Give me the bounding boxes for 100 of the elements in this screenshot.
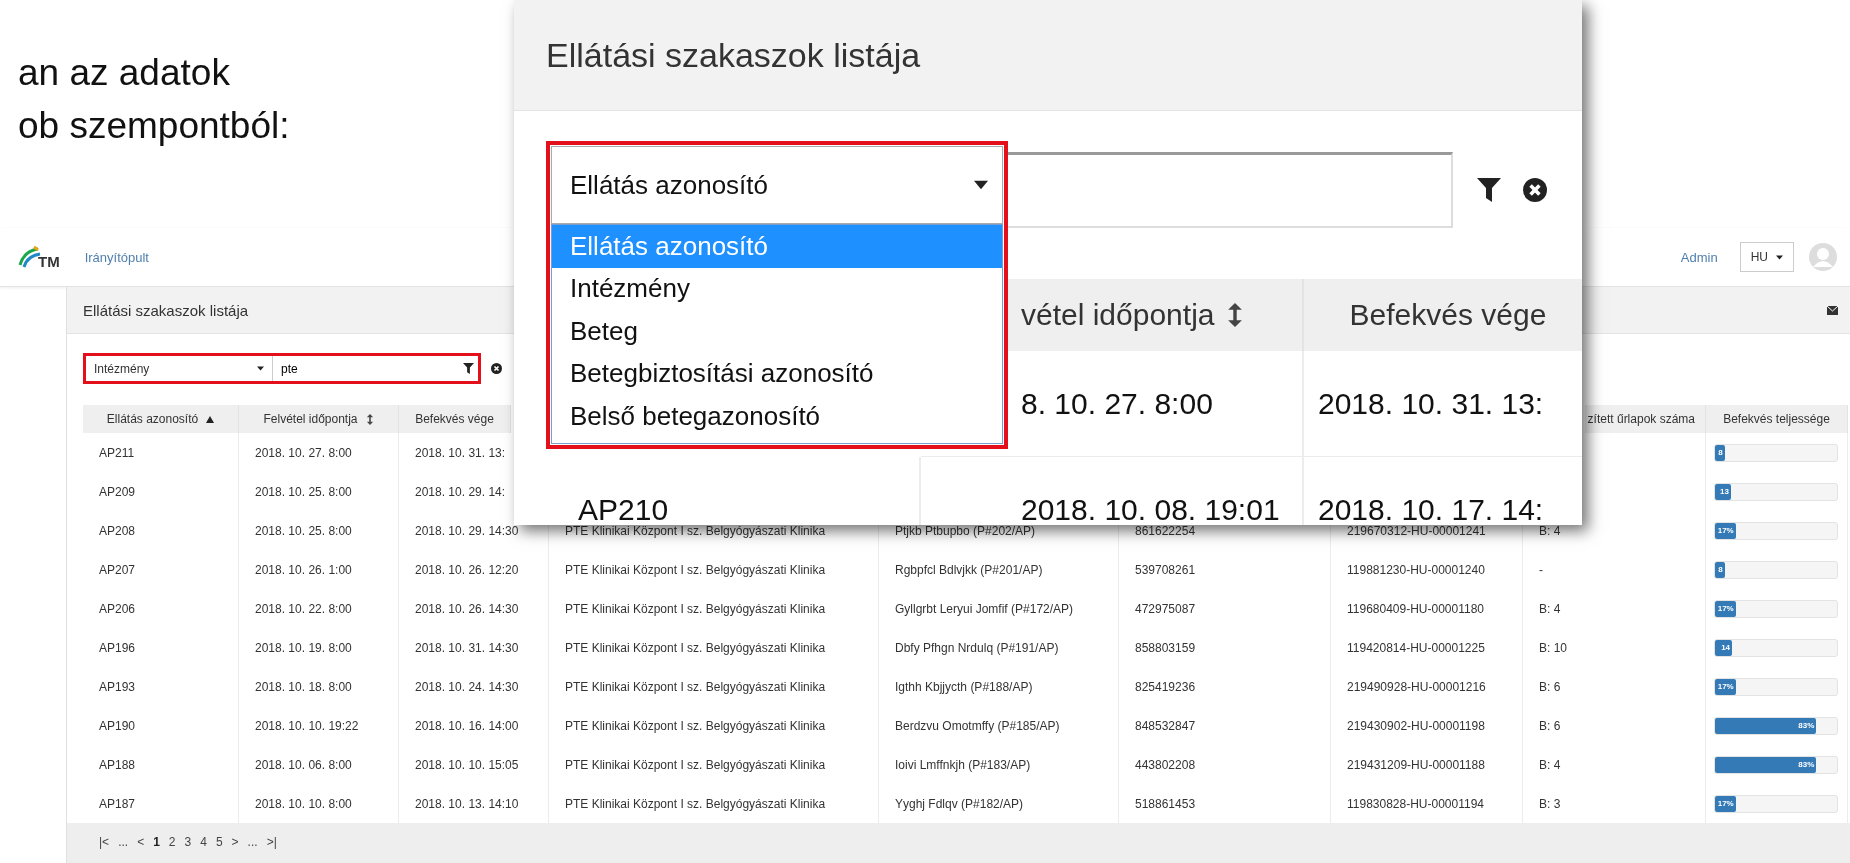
caret-icon [1776, 254, 1783, 260]
table-cell: B: 4 [1523, 745, 1706, 784]
page-link[interactable]: 2 [168, 835, 176, 849]
table-cell: AP188 [83, 745, 239, 784]
page-link[interactable]: ... [247, 835, 258, 849]
table-cell: Gyllgrbt Leryui Jomfif (P#172/AP) [879, 589, 1119, 628]
table-cell: 2018. 10. 31. 14:30 [399, 628, 549, 667]
progress-fill: 17% [1715, 600, 1736, 617]
envelope-icon[interactable] [1827, 305, 1838, 315]
table-cell: 825419236 [1119, 667, 1331, 706]
panel-title: Ellátási szakaszok listája [546, 35, 921, 75]
table-cell: 2018. 10. 26. 1:00 [239, 550, 399, 589]
page-link[interactable]: 4 [200, 835, 207, 849]
table-cell: 2018. 10. 10. 19:22 [239, 706, 399, 745]
progress-fill: 8 [1715, 561, 1725, 578]
table-cell: AP211 [83, 433, 239, 472]
table-cell: 2018. 10. 18. 8:00 [239, 667, 399, 706]
page-link[interactable]: 5 [215, 835, 223, 849]
table-cell: AP206 [83, 589, 239, 628]
caret-icon [257, 366, 264, 371]
table-cell: 2018. 10. 25. 8:00 [239, 472, 399, 511]
language-select[interactable]: HU [1739, 242, 1794, 272]
table-cell: B: 6 [1523, 706, 1706, 745]
clear-icon[interactable] [491, 363, 502, 374]
table-cell: 2018. 10. 16. 14:00 [399, 706, 549, 745]
page-link[interactable]: 1 [153, 835, 160, 849]
table-cell: 848532847 [1119, 706, 1331, 745]
table-cell: 472975087 [1119, 589, 1331, 628]
table-cell: 2018. 10. 19. 8:00 [239, 628, 399, 667]
table-cell: AP196 [83, 628, 239, 667]
table-cell: B: 4 [1523, 589, 1706, 628]
table-cell: 2018. 10. 25. 8:00 [239, 511, 399, 550]
table-cell: 539708261 [1119, 550, 1331, 589]
progress-fill: 8 [1715, 444, 1725, 461]
table-cell: AP190 [83, 706, 239, 745]
clear-icon[interactable] [1523, 178, 1547, 202]
filter-icon[interactable] [463, 363, 474, 374]
table-cell: 119420814-HU-00001225 [1331, 628, 1523, 667]
field-select[interactable]: Ellátás azonosító [551, 146, 1003, 224]
table-cell: Dbfy Pfhgn Nrdulq (P#191/AP) [879, 628, 1119, 667]
table-cell: Berdzvu Omotmffy (P#185/AP) [879, 706, 1119, 745]
table-cell: 2018. 10. 26. 12:20 [399, 550, 549, 589]
column-header[interactable]: zített űrlapok száma [1585, 405, 1706, 433]
sort-icon[interactable] [1228, 303, 1243, 327]
page-link[interactable]: > [231, 835, 239, 849]
page-link[interactable]: |< [99, 835, 110, 849]
table-cell: 119680409-HU-00001180 [1331, 589, 1523, 628]
table-cell: 2018. 10. 06. 8:00 [239, 745, 399, 784]
column-header[interactable]: Ellátás azonosító [83, 405, 239, 433]
nav-link[interactable]: Irányítópult [84, 249, 149, 265]
table-cell: 2018. 10. 10. 15:05 [399, 745, 549, 784]
table-cell: 443802208 [1119, 745, 1331, 784]
page-link[interactable]: 3 [184, 835, 192, 849]
table-cell: Ioivi Lmffnkjh (P#183/AP) [879, 745, 1119, 784]
table-cell: PTE Klinikai Központ I sz. Belgyógyászati Klinika [549, 550, 879, 589]
table-cell: 219431209-HU-00001188 [1331, 745, 1523, 784]
caret-icon [974, 180, 988, 190]
table-cell: B: 6 [1523, 667, 1706, 706]
table-cell: 2018. 10. 31. 13: [1304, 351, 1582, 457]
table-cell: 2018. 10. 24. 14:30 [399, 667, 549, 706]
table-cell: AP209 [83, 472, 239, 511]
table-cell: Igthh Kbjjycth (P#188/AP) [879, 667, 1119, 706]
page-link[interactable]: >| [266, 835, 277, 849]
table-cell: Rgbpfcl Bdlvjkk (P#201/AP) [879, 550, 1119, 589]
progress-fill: 83% [1715, 717, 1817, 734]
filter-icon[interactable] [1477, 178, 1501, 202]
logo-text: TM [38, 252, 60, 270]
progress-fill: 83% [1715, 756, 1817, 773]
table-cell: 2018. 10. 26. 14:30 [399, 589, 549, 628]
slide-text: an az adatok ob szempontból: [18, 51, 290, 148]
table-cell: PTE Klinikai Központ I sz. Belgyógyászati Klinika [549, 628, 879, 667]
progress-fill: 17% [1715, 522, 1736, 539]
table-cell: AP193 [83, 667, 239, 706]
table-cell: PTE Klinikai Központ I sz. Belgyógyászati Klinika [549, 706, 879, 745]
column-header[interactable]: Befekvés vége [1304, 279, 1582, 351]
progress-fill: 14 [1715, 639, 1733, 656]
progress-fill: 17% [1715, 795, 1736, 812]
page-link[interactable]: ... [118, 835, 129, 849]
table-cell: 219430902-HU-00001198 [1331, 706, 1523, 745]
table-cell: PTE Klinikai Központ I sz. Belgyógyászati Klinika [549, 745, 879, 784]
column-header[interactable]: Felvétel időpontja [239, 405, 399, 433]
table-cell: PTE Klinikai Központ I sz. Belgyógyászati Klinika [549, 589, 879, 628]
table-cell: AP207 [83, 550, 239, 589]
table-cell: PTE Klinikai Központ I sz. Belgyógyászati Klinika [549, 667, 879, 706]
progress-fill: 17% [1715, 678, 1736, 695]
table-cell: AP208 [83, 511, 239, 550]
progress-fill: 13 [1715, 483, 1731, 500]
panel-title: Ellátási szakaszok listája [83, 301, 249, 319]
table-cell: - [1523, 550, 1706, 589]
table-cell: 2018. 10. 27. 8:00 [239, 433, 399, 472]
table-cell: 119881230-HU-00001240 [1331, 550, 1523, 589]
column-header[interactable]: Befekvés teljessége [1706, 405, 1848, 433]
page-link[interactable]: < [137, 835, 145, 849]
user-link[interactable]: Admin [1680, 249, 1718, 265]
table-cell: 219490928-HU-00001216 [1331, 667, 1523, 706]
table-cell: 858803159 [1119, 628, 1331, 667]
sort-icon[interactable] [365, 413, 374, 425]
table-cell: 2018. 10. 22. 8:00 [239, 589, 399, 628]
table-cell: B: 10 [1523, 628, 1706, 667]
column-header[interactable]: Befekvés vége [399, 405, 511, 433]
